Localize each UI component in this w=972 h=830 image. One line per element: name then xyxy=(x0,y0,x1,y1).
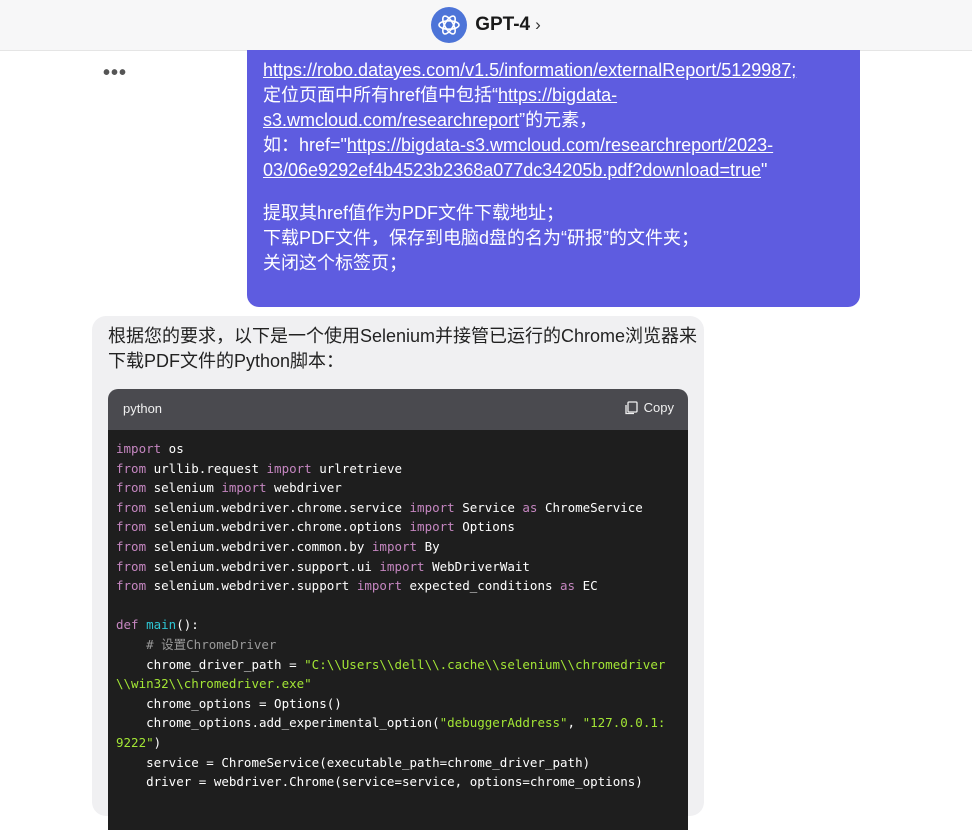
code-keyword: def xyxy=(116,617,139,633)
code-token: EC xyxy=(575,578,598,594)
code-token: chrome_options.add_experimental_option( xyxy=(116,715,440,731)
code-token: expected_conditions xyxy=(401,578,561,594)
assistant-intro-text: 根据您的要求，以下是一个使用Selenium并接管已运行的Chrome浏览器来下… xyxy=(108,326,698,371)
code-keyword: import xyxy=(409,499,455,515)
instruction-text: 关闭这个标签页； xyxy=(263,253,407,273)
chevron-right-icon[interactable]: › xyxy=(535,15,541,35)
code-language-label: python xyxy=(123,401,163,416)
instruction-text: 下载PDF文件，保存到电脑d盘的名为“研报”的文件夹； xyxy=(263,228,699,248)
code-token: urllib.request xyxy=(146,460,267,476)
code-token: service = ChromeService(executable_path=… xyxy=(116,754,591,770)
code-string: "127.0.0.1: xyxy=(582,715,666,731)
code-token: Service xyxy=(454,499,523,515)
code-keyword: import xyxy=(379,558,425,574)
report-link[interactable]: https://robo.datayes.com/v1.5/informatio… xyxy=(263,60,796,80)
code-token: , xyxy=(567,715,583,731)
code-keyword: import xyxy=(356,578,402,594)
code-string: \\win32\\chromedriver.exe" xyxy=(116,676,312,692)
code-keyword: from xyxy=(116,558,147,574)
more-options-icon[interactable]: ••• xyxy=(103,62,127,85)
code-token: selenium xyxy=(146,480,222,496)
code-keyword: from xyxy=(116,480,147,496)
code-token: WebDriverWait xyxy=(424,558,530,574)
code-token: urlretrieve xyxy=(311,460,402,476)
copy-button[interactable]: Copy xyxy=(624,400,674,415)
copy-label: Copy xyxy=(643,400,674,415)
code-string: 9222" xyxy=(116,734,154,750)
code-token: os xyxy=(161,441,184,456)
code-keyword: as xyxy=(560,578,576,594)
code-function: main xyxy=(138,617,177,633)
code-keyword: from xyxy=(116,519,147,535)
code-keyword: from xyxy=(116,460,147,476)
code-token: selenium.webdriver.chrome.service xyxy=(146,499,410,515)
user-message: https://robo.datayes.com/v1.5/informatio… xyxy=(247,50,860,307)
code-token: selenium.webdriver.support xyxy=(146,578,357,594)
code-keyword: import xyxy=(221,480,267,496)
copy-icon xyxy=(624,400,638,414)
code-comment: # 设置ChromeDriver xyxy=(116,636,277,652)
code-token: webdriver xyxy=(266,480,342,496)
code-token: ) xyxy=(153,734,162,750)
code-string: "C:\\Users\\dell\\.cache\\selenium\\chro… xyxy=(304,656,666,672)
code-block-header: python Copy xyxy=(108,389,688,430)
code-token: (): xyxy=(176,617,199,633)
code-token: driver = webdriver.Chrome(service=servic… xyxy=(116,774,643,790)
code-keyword: import xyxy=(116,441,162,456)
code-token: selenium.webdriver.support.ui xyxy=(146,558,380,574)
example-text: " xyxy=(760,160,768,180)
code-text: import os from urllib.request import url… xyxy=(108,430,688,792)
instruction-text: 定位页面中所有href值中包括“ xyxy=(263,85,499,105)
code-token: chrome_options = Options() xyxy=(116,695,342,711)
code-keyword: import xyxy=(409,519,455,535)
instruction-text: 提取其href值作为PDF文件下载地址； xyxy=(263,203,565,223)
code-keyword: import xyxy=(266,460,312,476)
model-title[interactable]: GPT-4 xyxy=(475,14,530,36)
code-token: By xyxy=(417,538,440,554)
code-keyword: from xyxy=(116,578,147,594)
code-keyword: import xyxy=(371,538,418,554)
code-token: selenium.webdriver.common.by xyxy=(146,538,372,554)
code-token: ChromeService xyxy=(537,499,643,515)
code-token: selenium.webdriver.chrome.options xyxy=(146,519,410,535)
assistant-message: 根据您的要求，以下是一个使用Selenium并接管已运行的Chrome浏览器来下… xyxy=(92,316,704,830)
code-token: Options xyxy=(454,519,515,535)
code-keyword: as xyxy=(522,499,538,515)
example-text: 如：href=" xyxy=(263,135,347,155)
openai-logo-icon xyxy=(431,7,468,43)
code-string: "debuggerAddress" xyxy=(439,715,568,731)
code-keyword: from xyxy=(116,499,147,515)
code-token: chrome_driver_path = xyxy=(116,656,305,672)
instruction-text: ”的元素， xyxy=(519,110,598,130)
code-keyword: from xyxy=(116,538,147,554)
code-block[interactable]: import os from urllib.request import url… xyxy=(108,430,688,830)
chat-header: GPT-4 › xyxy=(0,0,972,51)
